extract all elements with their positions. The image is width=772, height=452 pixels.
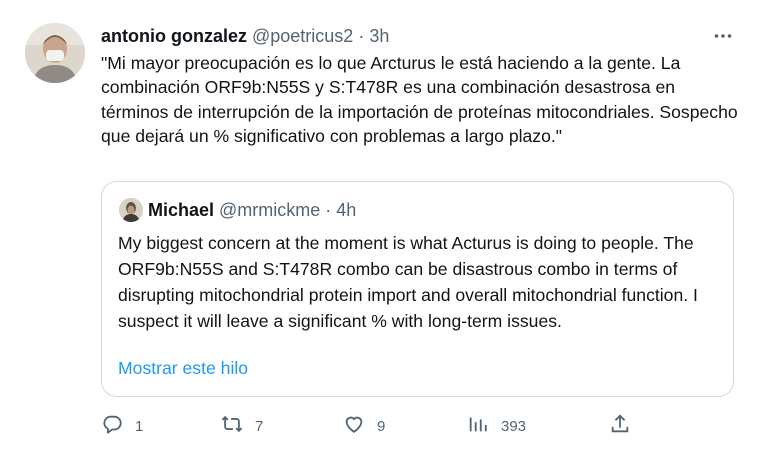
- like-button[interactable]: 9: [343, 410, 385, 442]
- author-avatar[interactable]: [25, 23, 85, 83]
- like-icon: [343, 413, 365, 439]
- quote-header: Michael @mrmickme · 4h: [148, 198, 356, 222]
- share-icon: [609, 413, 631, 439]
- action-bar: 1 7 9 393: [101, 410, 741, 442]
- views-count: 393: [501, 417, 527, 435]
- quote-time[interactable]: 4h: [336, 200, 356, 221]
- reply-button[interactable]: 1: [101, 410, 143, 442]
- author-name[interactable]: antonio gonzalez: [101, 26, 247, 47]
- like-count: 9: [377, 417, 386, 435]
- tweet[interactable]: antonio gonzalez @poetricus2 · 3h "Mi ma…: [0, 0, 772, 452]
- retweet-icon: [221, 413, 243, 439]
- quote-author-avatar[interactable]: [119, 198, 143, 222]
- tweet-text: "Mi mayor preocupación es lo que Arcturu…: [101, 53, 738, 147]
- tweet-time[interactable]: 3h: [369, 26, 389, 47]
- separator-dot: ·: [358, 25, 365, 46]
- show-thread-link[interactable]: Mostrar este hilo: [118, 358, 248, 379]
- quote-text: My biggest concern at the moment is what…: [118, 233, 698, 331]
- quote-author-handle[interactable]: @mrmickme: [219, 200, 320, 221]
- author-handle[interactable]: @poetricus2: [252, 26, 353, 47]
- views-button[interactable]: 393: [467, 410, 526, 442]
- more-horizontal-icon[interactable]: [711, 24, 735, 48]
- quote-author-name[interactable]: Michael: [148, 200, 214, 221]
- tweet-header: antonio gonzalez @poetricus2 · 3h: [101, 24, 389, 48]
- reply-count: 1: [135, 417, 144, 435]
- retweet-button[interactable]: 7: [221, 410, 263, 442]
- share-button[interactable]: [609, 410, 631, 442]
- quoted-tweet[interactable]: Michael @mrmickme · 4h My biggest concer…: [101, 181, 734, 397]
- reply-icon: [101, 413, 123, 439]
- retweet-count: 7: [255, 417, 264, 435]
- quote-separator-dot: ·: [325, 199, 332, 220]
- views-icon: [467, 413, 489, 439]
